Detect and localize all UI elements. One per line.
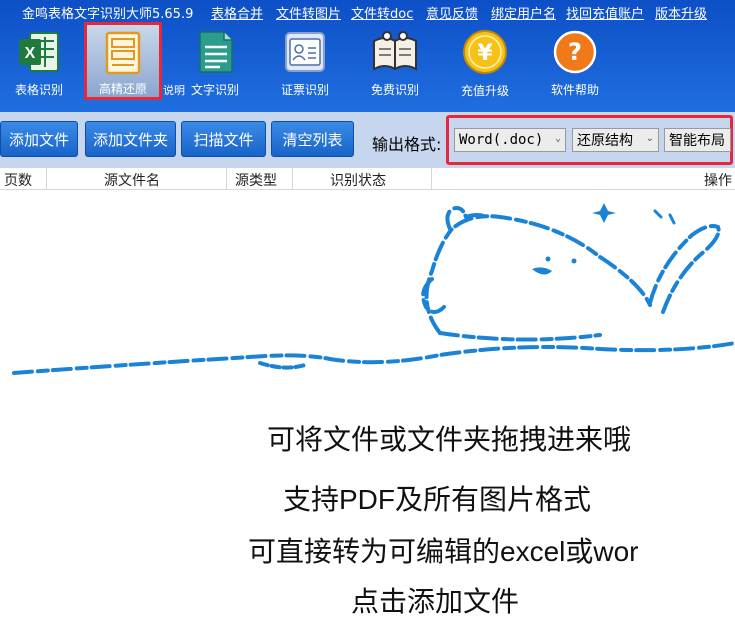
tool-table-recognition[interactable]: X 表格识别 (0, 24, 78, 98)
file-toolbar: 添加文件 添加文件夹 扫描文件 清空列表 输出格式: Word(.doc) ⌄ … (0, 112, 735, 168)
drop-area-mascot-illustration (12, 203, 735, 375)
file-list-header: 页数 源文件名 源类型 识别状态 操作 (0, 168, 735, 190)
hint-supported-formats: 支持PDF及所有图片格式 (283, 484, 592, 515)
tool-label: 高精还原 (98, 82, 147, 96)
tool-ticket-recognition[interactable]: 证票识别 (266, 24, 344, 98)
menu-version-upgrade[interactable]: 版本升级 (655, 3, 707, 22)
tool-label: 软件帮助 (550, 83, 599, 97)
column-source-type[interactable]: 源类型 (235, 170, 277, 190)
column-divider (46, 168, 47, 189)
menu-table-merge[interactable]: 表格合并 (211, 3, 263, 22)
id-card-icon (280, 28, 330, 75)
tool-label: 表格识别 (14, 83, 63, 97)
chevron-down-icon: ⌄ (645, 133, 654, 144)
output-format-value: Word(.doc) (459, 132, 544, 148)
add-folder-button[interactable]: 添加文件夹 (85, 121, 176, 157)
column-divider (292, 168, 293, 189)
structure-select[interactable]: 还原结构 ⌄ (572, 128, 659, 152)
svg-text:X: X (25, 45, 36, 62)
open-book-icon (370, 28, 420, 75)
output-format-select[interactable]: Word(.doc) ⌄ (454, 128, 566, 152)
tool-free-recognition[interactable]: 免费识别 (356, 24, 434, 98)
text-document-icon (190, 28, 240, 75)
menu-feedback[interactable]: 意见反馈 (426, 3, 478, 22)
hint-click-add-file[interactable]: 点击添加文件 (351, 580, 519, 620)
tool-software-help[interactable]: ? 软件帮助 (536, 24, 614, 98)
title-bar: 金鸣表格文字识别大师5.65.9 表格合并 文件转图片 文件转doc 意见反馈 … (0, 0, 735, 24)
column-actions[interactable]: 操作 (704, 170, 732, 190)
scan-file-button[interactable]: 扫描文件 (181, 121, 266, 157)
column-status[interactable]: 识别状态 (330, 170, 386, 190)
hint-drag-files: 可将文件或文件夹拖拽进来哦 (267, 424, 632, 455)
add-file-button[interactable]: 添加文件 (0, 121, 78, 157)
clear-list-button[interactable]: 清空列表 (271, 121, 354, 157)
menu-file-to-doc[interactable]: 文件转doc (351, 3, 413, 22)
menu-file-to-image[interactable]: 文件转图片 (276, 3, 341, 22)
layout-value: 智能布局 (669, 133, 725, 149)
svg-text:¥: ¥ (477, 41, 493, 66)
menu-recover-account[interactable]: 找回充值账户 (566, 3, 644, 22)
excel-icon: X (14, 28, 64, 75)
yuan-coin-icon: ¥ (460, 28, 510, 76)
column-source-file[interactable]: 源文件名 (104, 170, 160, 190)
help-icon: ? (550, 28, 600, 75)
tool-label: 充值升级 (460, 84, 509, 98)
tool-label: 文字识别 (190, 83, 239, 97)
column-pages[interactable]: 页数 (4, 170, 32, 190)
menu-bind-username[interactable]: 绑定用户名 (491, 3, 556, 22)
chevron-down-icon: ⌄ (554, 133, 561, 144)
structure-value: 还原结构 (577, 133, 633, 149)
output-format-label: 输出格式: (372, 135, 442, 154)
tool-recharge-upgrade[interactable]: ¥ 充值升级 (446, 24, 524, 98)
hint-convert-editable: 可直接转为可编辑的excel或wor (248, 536, 639, 567)
tool-label: 证票识别 (280, 83, 329, 97)
tool-high-precision-restore[interactable]: 高精还原 (84, 22, 162, 100)
column-divider (431, 168, 432, 189)
tool-text-recognition[interactable]: 文字识别 (176, 24, 254, 98)
document-layout-icon (98, 29, 148, 76)
column-divider (226, 168, 227, 189)
svg-text:?: ? (568, 38, 582, 66)
layout-select[interactable]: 智能布局 (664, 128, 731, 152)
tool-label: 免费识别 (370, 83, 419, 97)
app-title: 金鸣表格文字识别大师5.65.9 (22, 7, 194, 22)
